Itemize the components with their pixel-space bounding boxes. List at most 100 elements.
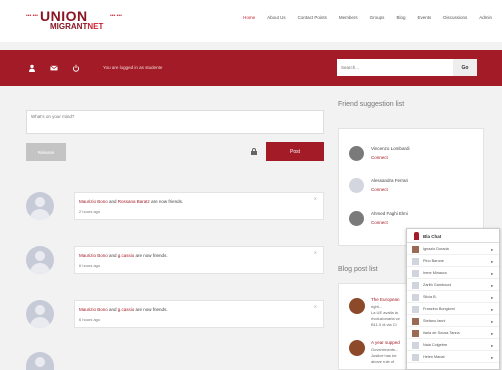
feed-and: and [107, 307, 118, 312]
connect-link[interactable]: Connect [371, 220, 388, 225]
power-icon[interactable] [72, 64, 80, 72]
avatar[interactable] [349, 146, 364, 161]
nav-contact-points[interactable]: Contact Points [298, 15, 327, 20]
blog-post-excerpt: Justice has be [371, 353, 397, 358]
feed-item: Maurizio Bono and g.cassio are now frien… [26, 246, 324, 282]
avatar [412, 270, 419, 277]
chat-user[interactable]: Ignazio Dorada ● [407, 244, 499, 255]
friend-name[interactable]: Ahmed Faghi Elmi [371, 211, 408, 216]
friend-suggestion: Ahmed Faghi Elmi Connect [349, 208, 479, 230]
avatar [412, 330, 419, 337]
avatar[interactable] [349, 211, 364, 226]
feed-card: Maurizio Bono and g.cassio are now frien… [74, 246, 324, 274]
chat-user-name: Ignazio Dorada [423, 247, 449, 251]
avatar[interactable] [26, 192, 54, 220]
chat-user[interactable]: Silvia B. ● [407, 292, 499, 303]
search-input[interactable] [337, 59, 453, 76]
online-status-icon: ● [490, 259, 493, 264]
search-go-button[interactable]: Go [453, 59, 477, 76]
feed-actor-link[interactable]: Rossana Baratz [118, 199, 150, 204]
close-icon[interactable]: ✕ [314, 250, 317, 255]
feed-action: are now friends. [134, 253, 168, 258]
chat-title: Bla Chat [423, 234, 442, 239]
blog-thumbnail[interactable] [349, 340, 365, 356]
online-status-icon: ● [490, 355, 493, 360]
mail-icon[interactable] [50, 64, 58, 72]
chat-user[interactable]: Ilaria de Sousa Tanna ● [407, 328, 499, 339]
avatar [412, 246, 419, 253]
nav-home[interactable]: Home [243, 15, 255, 20]
friend-suggestion: Vincenzo Lombardi Connect [349, 143, 479, 165]
feed-text: Maurizio Bono and Rossana Baratz are now… [79, 199, 183, 204]
nav-admin[interactable]: Admin [479, 15, 492, 20]
online-status-icon: ● [490, 343, 493, 348]
user-icon[interactable] [28, 64, 36, 72]
feed-actor-link[interactable]: g.cassio [118, 307, 135, 312]
feed-actor-link[interactable]: Maurizio Bono [79, 199, 108, 204]
blog-post-excerpt: B11.0 di via Ci [371, 322, 397, 327]
nav-about-us[interactable]: About Us [267, 15, 286, 20]
avatar[interactable] [26, 300, 54, 328]
feed-item: Maurizio Bono and Rossana Baratz are now… [26, 192, 324, 228]
lock-icon[interactable] [251, 148, 257, 155]
nav-blog[interactable]: Blog [396, 15, 405, 20]
friend-name[interactable]: Vincenzo Lombardi [371, 146, 409, 151]
blog-post-excerpt: La UE avalla la [371, 310, 398, 315]
feed-time: 6 hours ago [79, 263, 101, 268]
connect-link[interactable]: Connect [371, 187, 388, 192]
avatar [412, 258, 419, 265]
nav-discussions[interactable]: Discussions [443, 15, 467, 20]
feed-action: are now friends. [134, 307, 168, 312]
chat-user-name: Irene Minasco [423, 271, 447, 275]
blog-post-title[interactable]: A year supped [371, 340, 400, 345]
blog-post-title[interactable]: The European [371, 297, 400, 302]
avatar[interactable] [26, 352, 54, 370]
feed-actor-link[interactable]: g.cassio [118, 253, 135, 258]
feed-and: and [107, 253, 118, 258]
nav-groups[interactable]: Groups [370, 15, 385, 20]
post-button[interactable]: Post [266, 142, 324, 161]
feed-item: Maurizio Bono and g.cassio are now frien… [26, 300, 324, 336]
chat-user[interactable]: Stefano Ianni ● [407, 316, 499, 327]
chat-icon [414, 232, 419, 240]
feed-card: Maurizio Bono and g.cassio are now frien… [74, 300, 324, 328]
connect-link[interactable]: Connect [371, 155, 388, 160]
chat-header[interactable]: Bla Chat [407, 229, 499, 243]
nav-events[interactable]: Events [417, 15, 431, 20]
avatar[interactable] [26, 246, 54, 274]
avatar [412, 318, 419, 325]
avatar [412, 306, 419, 313]
friend-name[interactable]: Alessandra Ferrari [371, 178, 408, 183]
avatar [412, 294, 419, 301]
feed-time: 6 hours ago [79, 317, 101, 322]
close-icon[interactable]: ✕ [314, 304, 317, 309]
chat-user[interactable]: Franzino Bongiorni ● [407, 304, 499, 315]
chat-user[interactable]: Zarith Gambouni ● [407, 280, 499, 291]
release-button[interactable]: Release [26, 143, 66, 161]
logo-subtitle: MIGRANTNET [50, 23, 103, 31]
friend-suggestion: Alessandra Ferrari Connect [349, 175, 479, 197]
blog-thumbnail[interactable] [349, 298, 365, 314]
blog-post-excerpt: rivoluzionaria ce [371, 316, 400, 321]
close-icon[interactable]: ✕ [314, 196, 317, 201]
feed-actor-link[interactable]: Maurizio Bono [79, 253, 108, 258]
chat-user-name: Silvia B. [423, 295, 437, 299]
blog-post-excerpt: right... [371, 304, 383, 309]
feed-actor-link[interactable]: Maurizio Bono [79, 307, 108, 312]
status-composer[interactable] [26, 110, 324, 134]
chat-user[interactable]: Irene Minasco ● [407, 268, 499, 279]
nav-members[interactable]: Members [339, 15, 358, 20]
feed-action: are now friends. [149, 199, 184, 204]
chat-user-name: Franzino Bongiorni [423, 307, 455, 311]
online-status-icon: ● [490, 271, 493, 276]
main-nav: Home About Us Contact Points Members Gro… [243, 15, 492, 20]
logo-sub-a: MIGRANT [50, 22, 88, 31]
site-logo[interactable]: ••• ••• UNION MIGRANTNET ••• ••• [26, 9, 126, 35]
avatar [412, 282, 419, 289]
online-status-icon: ● [490, 331, 493, 336]
chat-user[interactable]: Naia Colgebre ● [407, 340, 499, 351]
chat-user[interactable]: Pino Barone ● [407, 256, 499, 267]
chat-user[interactable]: Helen Manat ● [407, 352, 499, 363]
site-header: ••• ••• UNION MIGRANTNET ••• ••• Home Ab… [0, 0, 502, 42]
avatar[interactable] [349, 178, 364, 193]
